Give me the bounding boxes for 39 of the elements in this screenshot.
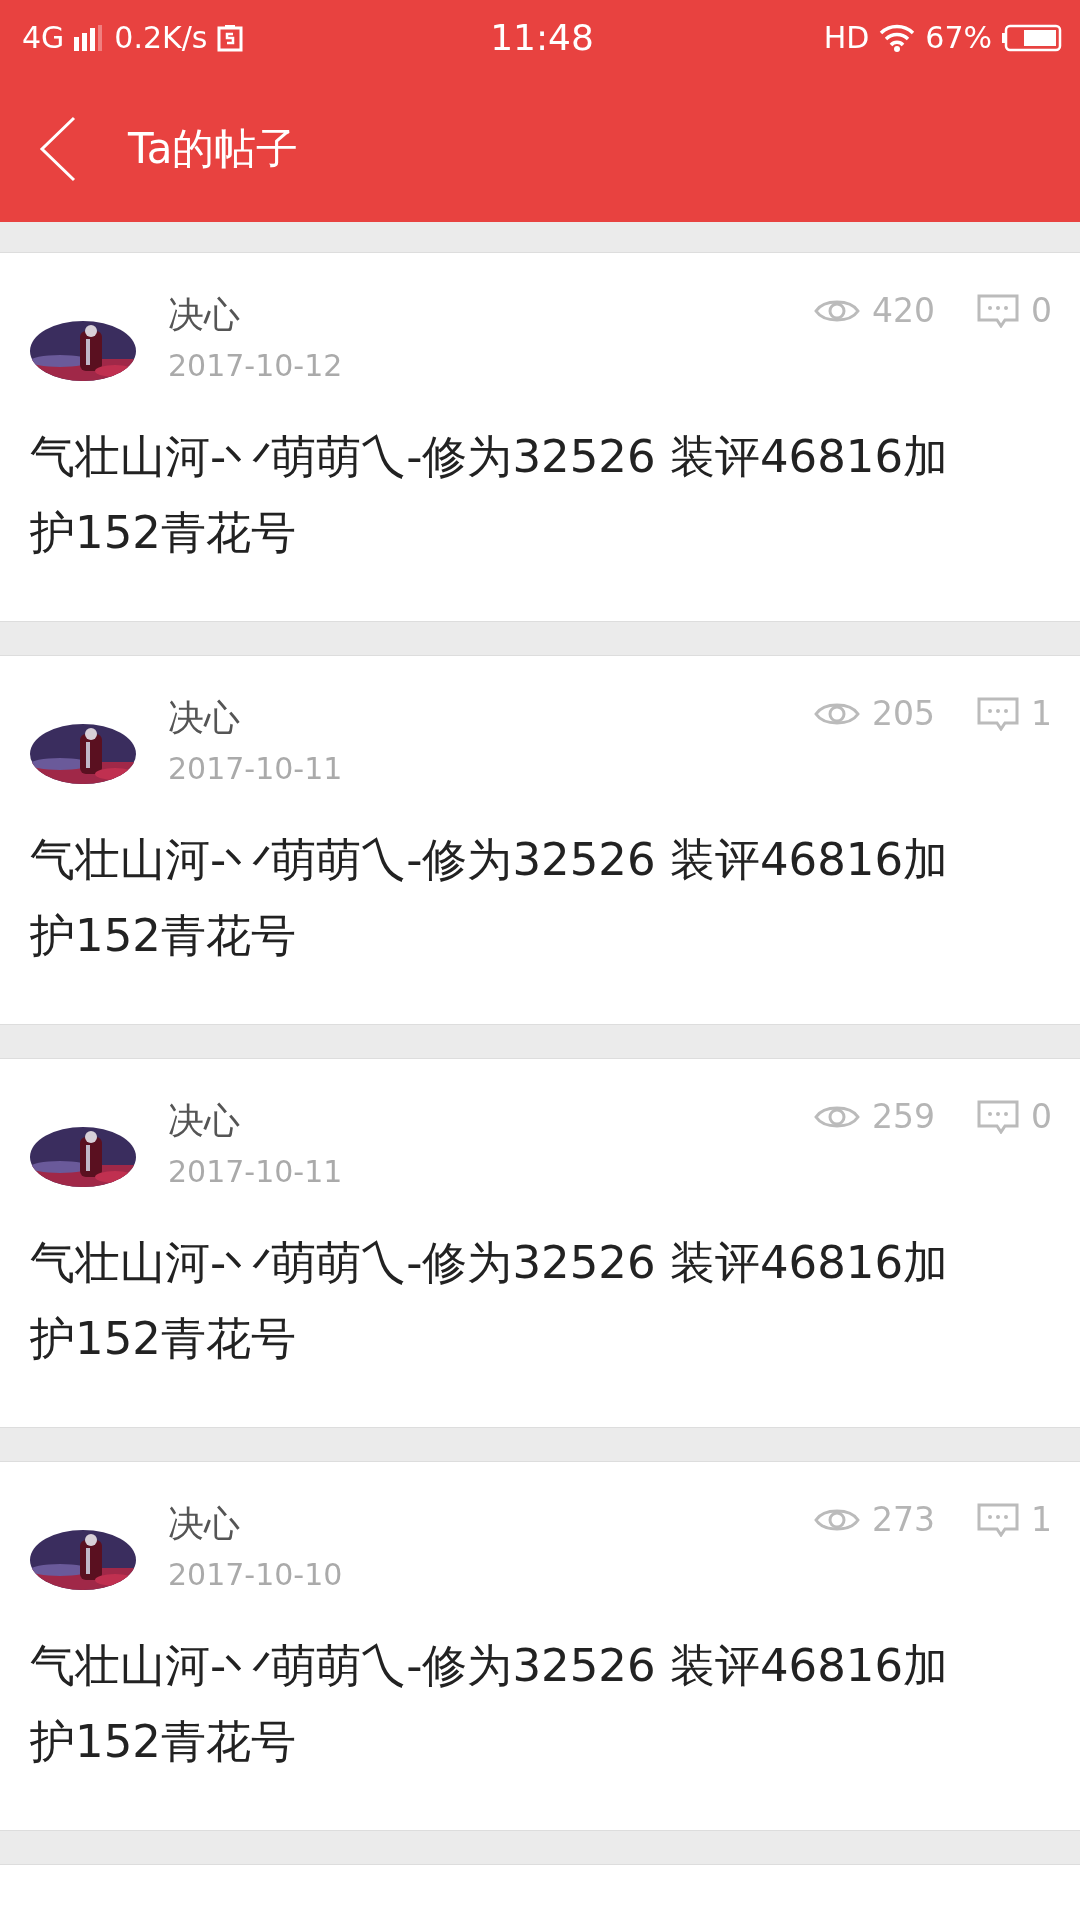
comment-icon: [977, 1502, 1019, 1537]
post-date: 2017-10-11: [168, 1154, 344, 1189]
post-card[interactable]: 决心 2017-10-11 205 1 气壮山河-丷萌萌乀-修为32526 装评46816加护152青花号: [0, 655, 1080, 1025]
author-name: 决心: [168, 1099, 241, 1143]
clock: 11:48: [490, 17, 594, 58]
network-type: 4G: [22, 20, 65, 55]
page-title: Ta的帖子: [128, 122, 299, 175]
post-title: 气壮山河-丷萌萌乀-修为32526 装评46816加护152青花号: [30, 1638, 950, 1770]
battery-icon: [1002, 23, 1062, 52]
view-count: 420: [872, 291, 935, 330]
comment-icon: [977, 696, 1019, 731]
post-date: 2017-10-12: [168, 348, 344, 383]
wifi-icon: [879, 23, 916, 52]
post-card[interactable]: 决心 2017-10-12 420 0 气壮山河-丷萌萌乀-修为32526 装评46816加护152青花号: [0, 252, 1080, 622]
back-icon[interactable]: [38, 115, 78, 182]
view-count: 273: [872, 1500, 935, 1539]
network-speed: 0.2K/s: [114, 20, 208, 55]
author-name: 决心: [168, 1502, 241, 1546]
post-date: 2017-10-10: [168, 1557, 344, 1592]
hd-indicator: HD: [823, 20, 870, 55]
comment-count: 0: [1031, 1097, 1052, 1136]
signal-icon: [74, 24, 105, 51]
post-card[interactable]: 决心 2017-10-11 259 0 气壮山河-丷萌萌乀-修为32526 装评46816加护152青花号: [0, 1058, 1080, 1428]
view-count: 259: [872, 1097, 935, 1136]
post-title: 气壮山河-丷萌萌乀-修为32526 装评46816加护152青花号: [30, 1235, 950, 1367]
battery-percent: 67%: [925, 20, 992, 55]
view-count: 205: [872, 694, 935, 733]
comment-count: 1: [1031, 694, 1052, 733]
comment-icon: [977, 293, 1019, 328]
comment-icon: [977, 1099, 1019, 1134]
post-title: 气壮山河-丷萌萌乀-修为32526 装评46816加护152青花号: [30, 429, 950, 561]
post-date: 2017-10-11: [168, 751, 344, 786]
comment-count: 1: [1031, 1500, 1052, 1539]
comment-count: 0: [1031, 291, 1052, 330]
notification-icon: [217, 23, 244, 52]
author-name: 决心: [168, 696, 241, 740]
author-name: 决心: [168, 293, 241, 337]
post-card[interactable]: 决心 2017-10-10 273 1 气壮山河-丷萌萌乀-修为32526 装评46816加护152青花号: [0, 1461, 1080, 1831]
post-title: 气壮山河-丷萌萌乀-修为32526 装评46816加护152青花号: [30, 832, 950, 964]
